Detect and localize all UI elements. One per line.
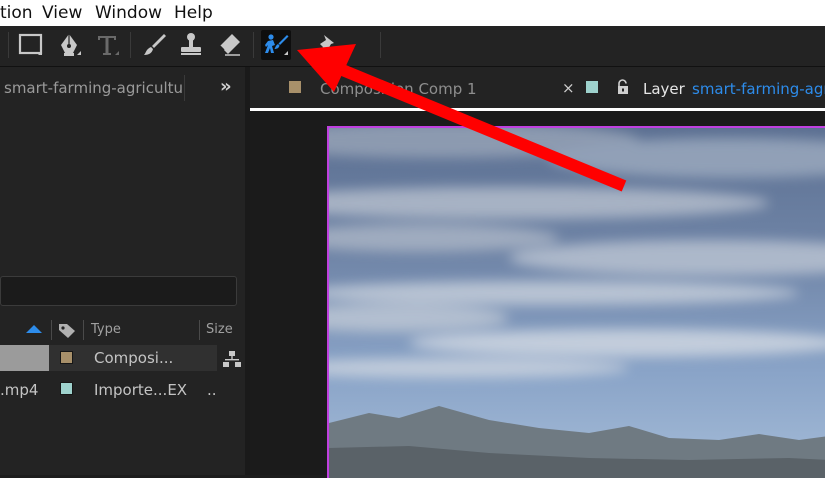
- eraser-tool-button[interactable]: [214, 30, 244, 60]
- eraser-icon: [219, 34, 240, 56]
- label-color-swatch[interactable]: [60, 382, 73, 395]
- layer-color-swatch: [586, 81, 598, 93]
- pen-icon: [61, 34, 81, 56]
- item-name: .mp4: [0, 381, 39, 399]
- rectangle-icon: [18, 33, 43, 55]
- label-color-swatch[interactable]: [60, 351, 73, 364]
- toolbar-separator: [8, 32, 9, 58]
- toolbar-separator: [253, 32, 254, 58]
- menu-animation[interactable]: tion: [0, 3, 33, 23]
- pen-tool-button[interactable]: [54, 30, 84, 60]
- viewer-panel: Composition Comp 1 × Layer smart-farming…: [250, 67, 825, 478]
- clone-stamp-tool-button[interactable]: [176, 30, 206, 60]
- column-separator: [51, 320, 52, 340]
- tab-composition[interactable]: Composition Comp 1: [289, 78, 529, 102]
- close-tab-icon[interactable]: ×: [562, 79, 575, 97]
- label-tag-icon[interactable]: [57, 321, 77, 339]
- composition-color-swatch: [289, 81, 301, 93]
- type-tool-button[interactable]: [92, 30, 122, 60]
- roto-brush-icon: [265, 34, 289, 55]
- project-panel: smart-farming-agricultur » Type Size Com…: [0, 67, 245, 475]
- toolbar: [0, 26, 825, 67]
- brush-icon: [144, 34, 166, 55]
- project-row-composition[interactable]: Composi...: [0, 345, 245, 371]
- toolbar-separator: [380, 32, 381, 58]
- column-separator: [199, 320, 200, 340]
- column-separator: [83, 320, 84, 340]
- layer-viewer[interactable]: [250, 111, 825, 478]
- flowchart-icon[interactable]: [222, 350, 242, 368]
- expand-panels-button[interactable]: »: [220, 76, 232, 97]
- stamp-icon: [181, 33, 201, 55]
- menu-help[interactable]: Help: [174, 3, 213, 23]
- pin-icon: [318, 35, 334, 53]
- unlock-icon[interactable]: [616, 79, 630, 95]
- menu-bar: tion View Window Help: [0, 0, 825, 26]
- item-size: ..: [207, 381, 217, 399]
- type-column-header[interactable]: Type: [91, 322, 121, 337]
- menu-window[interactable]: Window: [95, 3, 162, 23]
- rectangle-tool-button[interactable]: [16, 30, 46, 60]
- size-column-header[interactable]: Size: [206, 322, 233, 337]
- layer-tab-prefix: Layer: [643, 80, 685, 98]
- toolbar-separator: [130, 32, 131, 58]
- item-type: Importe...EX: [94, 381, 188, 399]
- project-panel-header: smart-farming-agricultur »: [0, 67, 245, 109]
- type-icon: [98, 36, 119, 55]
- puppet-pin-tool-button[interactable]: [310, 30, 340, 60]
- layer-tab-name: smart-farming-agr: [692, 80, 825, 98]
- composition-tab-label: Composition Comp 1: [320, 80, 477, 98]
- layer-footage-frame[interactable]: [327, 126, 825, 478]
- roto-brush-tool-button[interactable]: [261, 30, 291, 60]
- brush-tool-button[interactable]: [140, 30, 170, 60]
- sort-ascending-icon[interactable]: [26, 325, 42, 333]
- menu-view[interactable]: View: [42, 3, 82, 23]
- project-row-footage[interactable]: .mp4 Importe...EX ..: [0, 377, 245, 403]
- row-thumbnail-highlight: [0, 345, 49, 371]
- tab-layer[interactable]: Layer smart-farming-agr: [586, 78, 825, 102]
- item-type: Composi...: [94, 349, 174, 367]
- project-column-headers: Type Size: [0, 319, 245, 341]
- sky-landscape-image: [329, 128, 825, 478]
- header-divider: [184, 75, 185, 101]
- project-search-input[interactable]: [0, 276, 237, 306]
- project-panel-title: smart-farming-agricultur: [4, 79, 184, 97]
